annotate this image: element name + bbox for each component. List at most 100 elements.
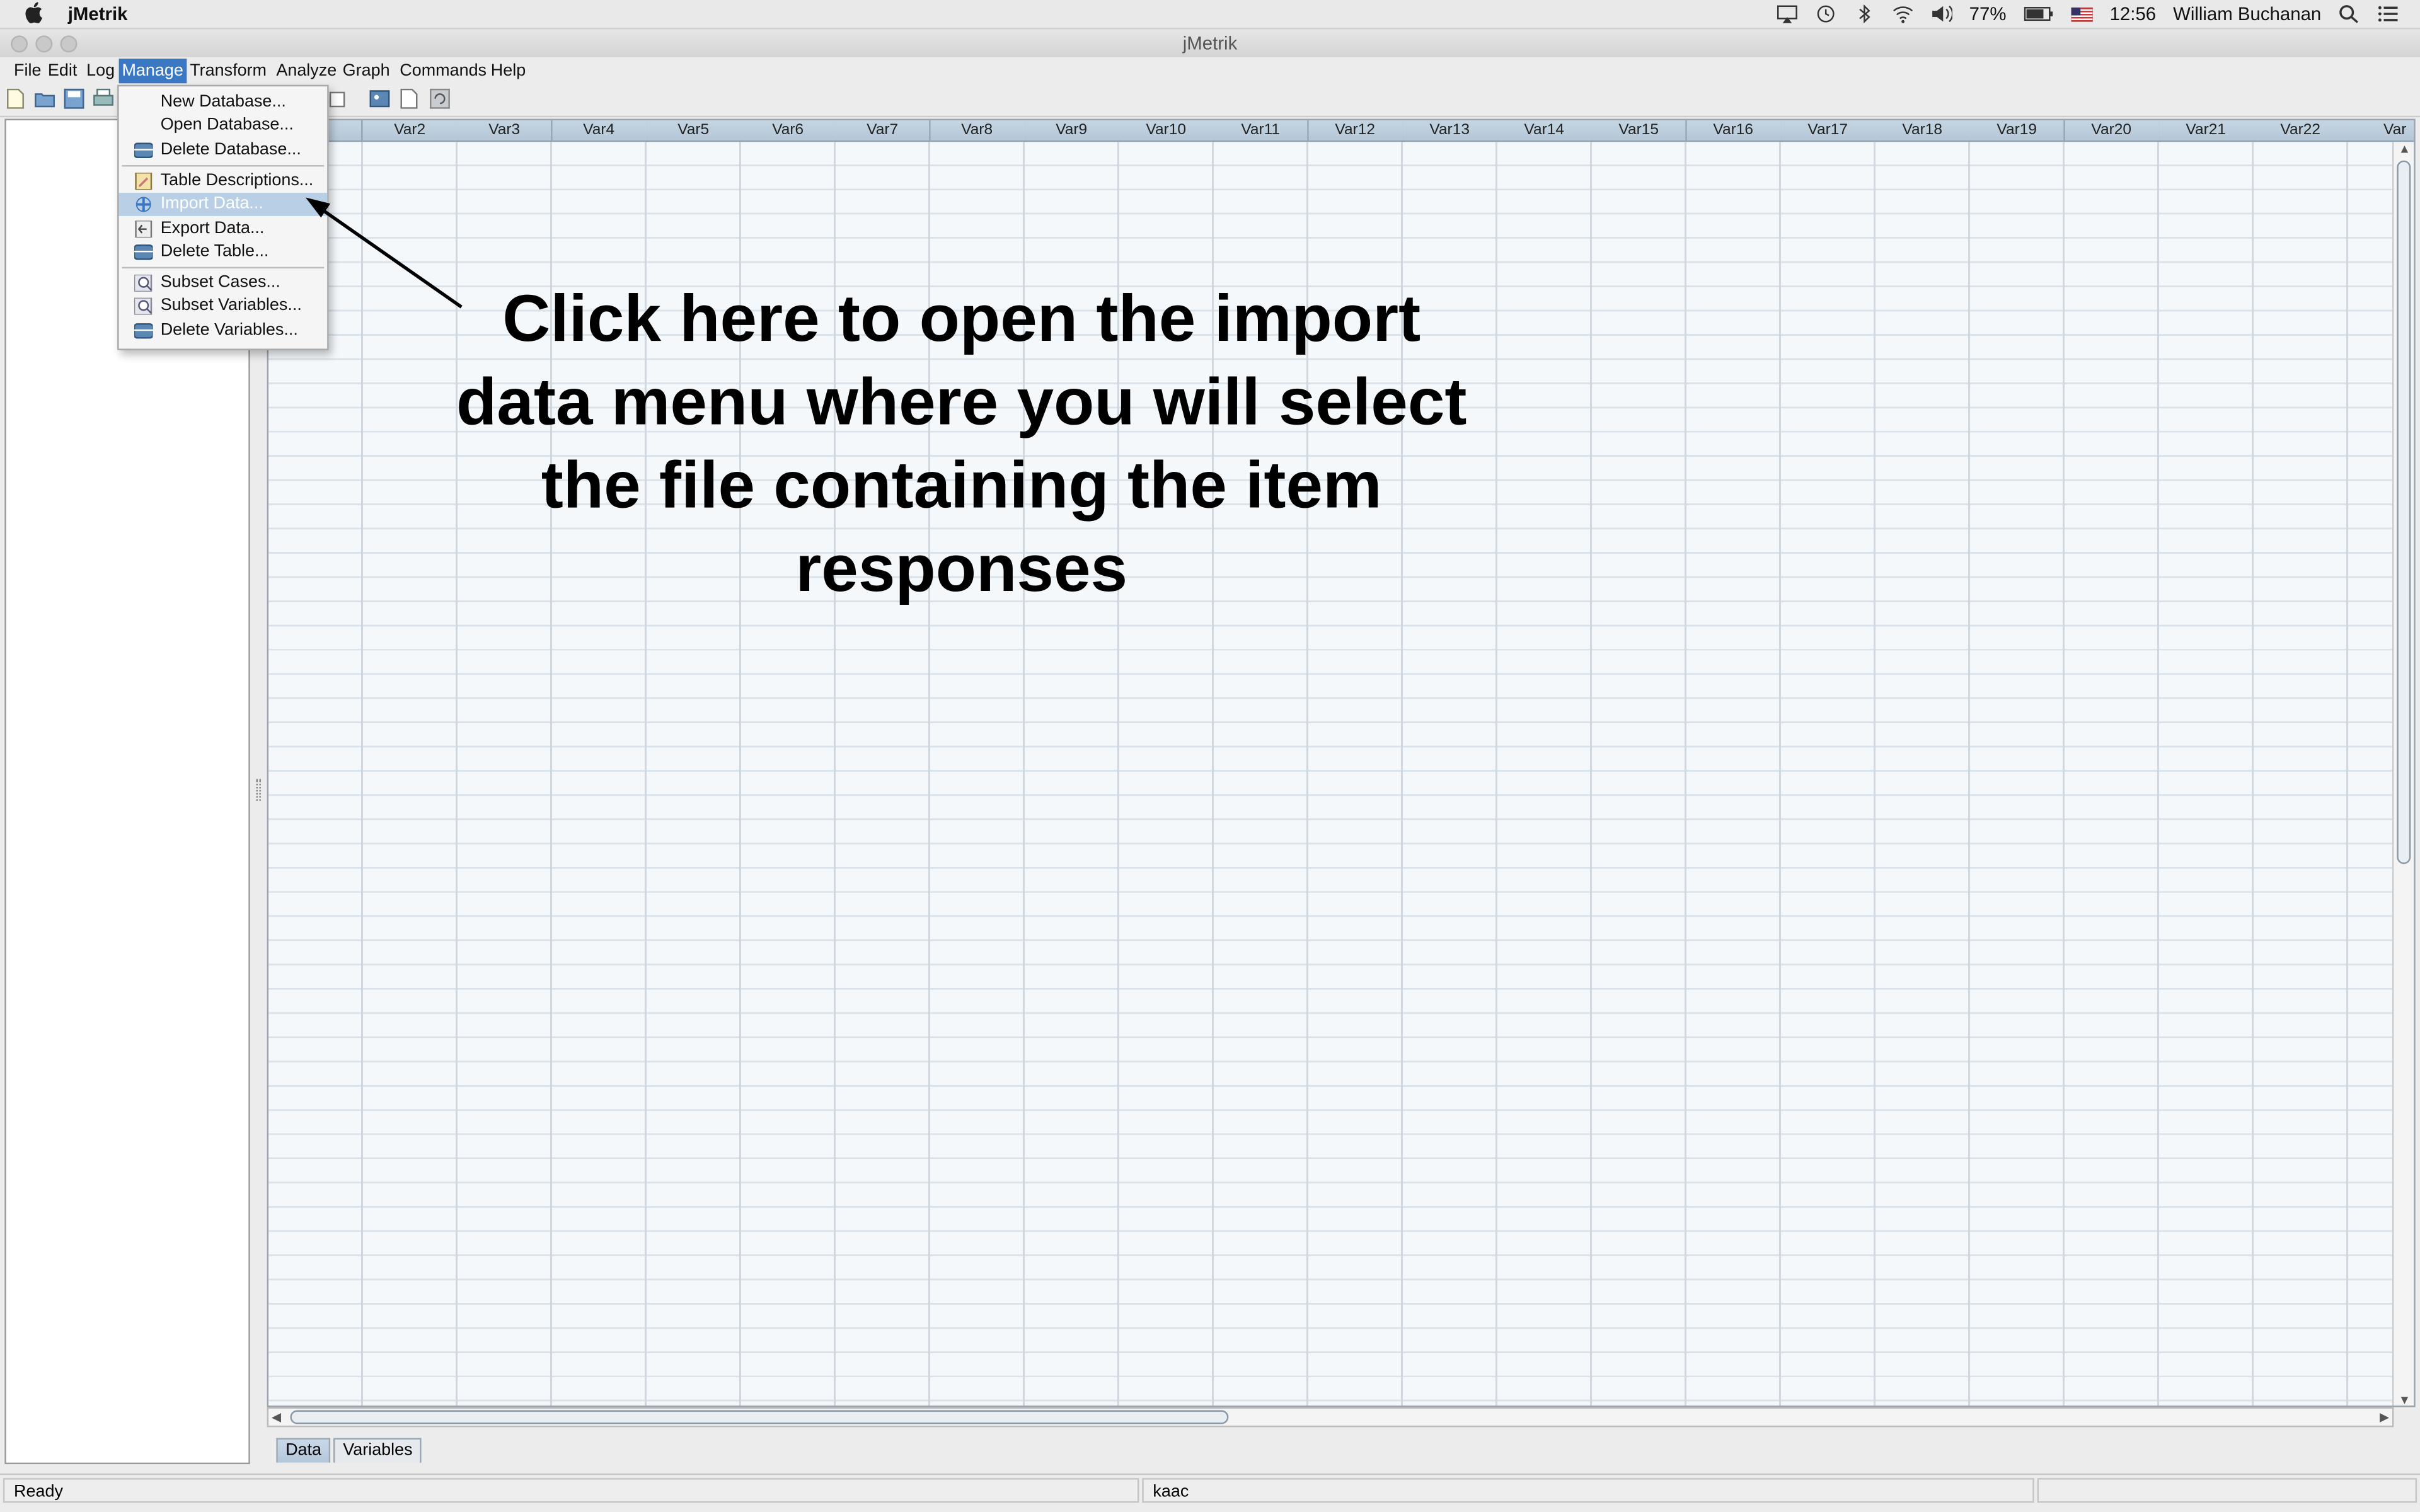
menu-item-new-database[interactable]: New Database... (119, 91, 328, 114)
column-header[interactable]: Var7 (835, 120, 931, 142)
toolbar (0, 84, 2420, 118)
menu-item-label: Subset Variables... (160, 296, 302, 315)
scroll-up-icon[interactable]: ▲ (2399, 142, 2411, 156)
menu-item-label: Import Data... (160, 194, 263, 213)
menu-item-label: Subset Cases... (160, 273, 280, 292)
image-icon[interactable] (369, 88, 390, 110)
menu-item-export-data[interactable]: Export Data... (119, 217, 328, 241)
column-header[interactable]: Var15 (1591, 120, 1688, 142)
menu-item-label: Delete Table... (160, 242, 269, 261)
annotation-line: Click here to open the import (502, 282, 1421, 357)
export-icon (135, 220, 153, 238)
column-header[interactable]: Var3 (457, 120, 553, 142)
column-header[interactable]: Var16 (1686, 120, 1782, 142)
database-icon (134, 142, 153, 159)
menu-item-label: New Database... (160, 92, 286, 112)
menu-file[interactable]: File (11, 59, 44, 83)
time-machine-icon[interactable] (1815, 4, 1836, 23)
menu-item-open-database[interactable]: Open Database... (119, 114, 328, 137)
vertical-scrollbar[interactable]: ▲ ▼ (2392, 142, 2414, 1406)
menu-item-delete-table[interactable]: Delete Table... (119, 241, 328, 264)
column-header[interactable]: Var14 (1497, 120, 1593, 142)
column-header[interactable]: Var2 (362, 120, 459, 142)
airplay-icon[interactable] (1777, 4, 1798, 23)
bluetooth-icon[interactable] (1853, 4, 1875, 23)
tab-variables[interactable]: Variables (333, 1438, 422, 1463)
column-header[interactable]: Var20 (2064, 120, 2160, 142)
menu-graph[interactable]: Graph (340, 59, 393, 83)
annotation-line: the file containing the item (541, 449, 1382, 524)
menu-manage[interactable]: Manage (118, 59, 187, 84)
horizontal-scrollbar[interactable]: ◀ ▶ (267, 1407, 2394, 1428)
menu-separator (122, 266, 325, 269)
active-app-name[interactable]: jMetrik (68, 3, 128, 25)
status-extra (2037, 1478, 2417, 1503)
menu-analyze[interactable]: Analyze (273, 59, 340, 83)
column-header[interactable]: Var13 (1402, 120, 1499, 142)
wifi-icon[interactable] (1892, 4, 1913, 23)
column-header[interactable]: Var4 (551, 120, 648, 142)
vertical-scroll-thumb[interactable] (2397, 160, 2411, 864)
column-header[interactable]: Var22 (2253, 120, 2349, 142)
menu-commands[interactable]: Commands (396, 59, 490, 83)
blank-page-icon[interactable] (327, 88, 349, 110)
notification-center-icon[interactable] (2377, 4, 2398, 23)
volume-icon[interactable] (1930, 4, 1952, 23)
column-header[interactable]: Var17 (1780, 120, 1877, 142)
column-header[interactable]: Var21 (2158, 120, 2255, 142)
open-folder-icon[interactable] (34, 88, 55, 110)
scroll-down-icon[interactable]: ▼ (2399, 1393, 2411, 1406)
apple-icon[interactable] (25, 1, 43, 23)
column-header[interactable]: Var (2348, 120, 2414, 142)
column-header[interactable]: Var9 (1024, 120, 1121, 142)
column-header[interactable]: Var10 (1119, 120, 1215, 142)
manage-menu-dropdown: New Database... Open Database... Delete … (117, 84, 329, 350)
menu-edit[interactable]: Edit (45, 59, 80, 83)
clock[interactable]: 12:56 (2110, 3, 2157, 25)
plus-icon (135, 197, 151, 212)
print-icon[interactable] (93, 88, 114, 110)
menu-transform[interactable]: Transform (187, 59, 270, 83)
column-header[interactable]: Var19 (1969, 120, 2066, 142)
user-name[interactable]: William Buchanan (2173, 3, 2321, 25)
spotlight-search-icon[interactable] (2338, 4, 2360, 23)
menu-separator (122, 165, 325, 167)
menu-item-label: Export Data... (160, 219, 265, 238)
battery-percent: 77% (1969, 3, 2007, 25)
annotation-line: data menu where you will select (456, 365, 1467, 440)
status-bar: Ready kaac (0, 1473, 2420, 1506)
column-header[interactable]: Var11 (1213, 120, 1310, 142)
us-flag-icon[interactable] (2071, 4, 2093, 23)
menu-item-subset-cases[interactable]: Subset Cases... (119, 272, 328, 295)
horizontal-scroll-thumb[interactable] (290, 1410, 1229, 1424)
column-header[interactable]: Var5 (646, 120, 742, 142)
column-header[interactable]: Var8 (930, 120, 1026, 142)
status-database: kaac (1142, 1478, 2034, 1503)
document-icon[interactable] (398, 88, 420, 110)
menu-item-delete-database[interactable]: Delete Database... (119, 139, 328, 162)
database-icon (134, 244, 153, 260)
app-menu-bar: File Edit Log Manage Transform Analyze G… (0, 57, 2420, 85)
menu-item-table-descriptions[interactable]: Table Descriptions... (119, 169, 328, 193)
splitter-grip-icon[interactable] (256, 779, 261, 801)
scroll-left-icon[interactable]: ◀ (272, 1410, 281, 1424)
refresh-icon[interactable] (429, 88, 451, 110)
window-title-bar: jMetrik (0, 29, 2420, 59)
tab-data[interactable]: Data (276, 1438, 331, 1463)
column-header[interactable]: Var18 (1875, 120, 1971, 142)
macos-menu-bar: jMetrik 77% 12:56 William Buchanan (0, 0, 2420, 30)
save-icon[interactable] (63, 88, 84, 110)
menu-log[interactable]: Log (83, 59, 118, 83)
menu-item-subset-variables[interactable]: Subset Variables... (119, 295, 328, 318)
menu-item-label: Delete Database... (160, 140, 301, 159)
menu-item-label: Delete Variables... (160, 321, 298, 340)
menu-help[interactable]: Help (488, 59, 529, 83)
menu-item-import-data[interactable]: Import Data... (118, 193, 328, 216)
battery-icon[interactable] (2023, 4, 2054, 23)
scroll-right-icon[interactable]: ▶ (2380, 1410, 2389, 1424)
column-header[interactable]: Var6 (740, 120, 837, 142)
new-file-icon[interactable] (4, 88, 26, 110)
column-header[interactable]: Var12 (1308, 120, 1404, 142)
menu-item-delete-variables[interactable]: Delete Variables... (119, 319, 328, 343)
screen: jMetrik 77% 12:56 William Buchanan jMetr… (0, 0, 2420, 1512)
